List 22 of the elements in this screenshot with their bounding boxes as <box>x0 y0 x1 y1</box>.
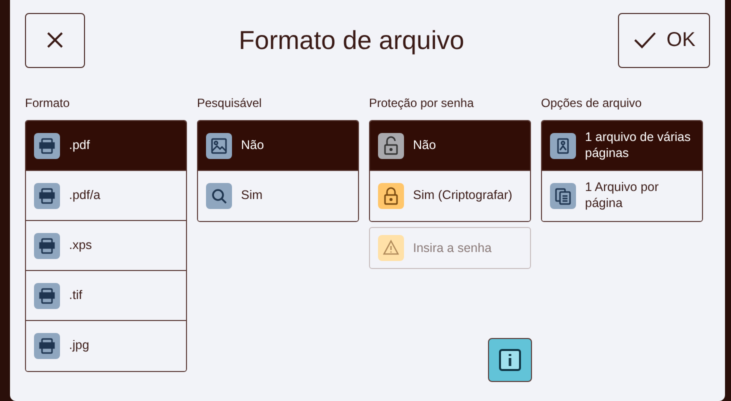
ok-button[interactable]: OK <box>618 12 710 68</box>
option-item[interactable]: .pdf <box>26 121 186 171</box>
info-icon <box>498 348 522 372</box>
person-document-icon <box>550 132 576 158</box>
column-heading: Opções de arquivo <box>541 96 642 110</box>
padlock-icon <box>378 183 404 209</box>
column-heading: Proteção por senha <box>369 96 474 110</box>
option-item[interactable]: Não <box>370 121 530 171</box>
warning-icon <box>378 235 404 261</box>
dialog-title: Formato de arquivo <box>238 24 464 56</box>
option-item[interactable]: Não <box>198 121 358 171</box>
search-icon <box>206 183 232 209</box>
pages-icon <box>550 183 576 209</box>
option-item[interactable]: 1 arquivo de várias páginas <box>542 121 702 171</box>
close-icon <box>46 31 64 49</box>
close-button[interactable] <box>25 12 85 68</box>
image-icon <box>206 132 232 158</box>
unlocked-padlock-icon <box>378 132 404 158</box>
check-icon <box>632 31 657 49</box>
info-button[interactable] <box>488 338 532 382</box>
column-heading: Formato <box>25 96 70 110</box>
column-heading: Pesquisável <box>197 96 262 110</box>
